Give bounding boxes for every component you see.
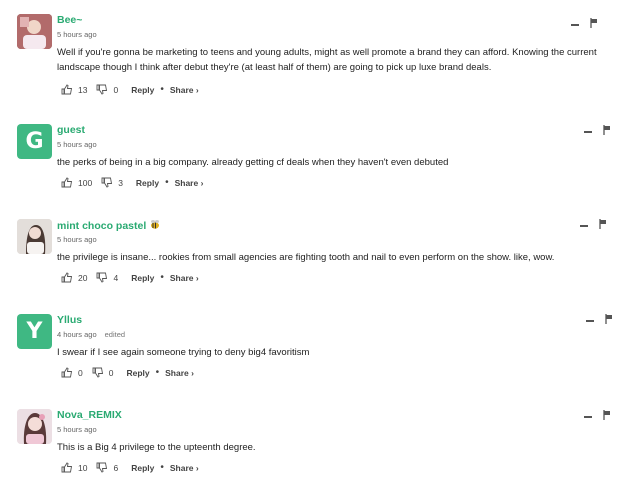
- timestamp-text: 5 hours ago: [57, 140, 97, 149]
- separator-dot: •: [160, 462, 164, 473]
- separator-dot: •: [155, 367, 160, 378]
- share-button[interactable]: Share ›: [170, 85, 199, 95]
- comment-actions: 0 0 Reply • Share ›: [61, 367, 194, 378]
- comment: Y Yllus 4 hours ago edited I swear if I s…: [0, 314, 630, 409]
- share-button[interactable]: Share ›: [170, 463, 199, 473]
- dislike-count: 4: [113, 272, 119, 283]
- comment-text: I swear if I see again someone trying to…: [57, 347, 310, 358]
- comment-text: This is a Big 4 privilege to the upteent…: [57, 442, 256, 453]
- dislike-count: 3: [118, 177, 123, 188]
- comment: Bee~ 5 hours ago Well if you're gonna be…: [0, 14, 630, 109]
- dislike-count: 0: [108, 367, 114, 378]
- thumbs-up-icon[interactable]: [61, 367, 73, 378]
- timestamp: 5 hours ago: [57, 140, 97, 149]
- share-button[interactable]: Share ›: [175, 178, 204, 188]
- thumbs-down-icon[interactable]: [101, 177, 113, 188]
- comment: G guest 5 hours ago the perks of being i…: [0, 124, 630, 219]
- user-photo-icon: [17, 409, 52, 444]
- flag-icon[interactable]: [605, 314, 613, 326]
- timestamp: 5 hours ago: [57, 235, 97, 244]
- separator-dot: •: [160, 84, 164, 95]
- separator-dot: •: [165, 177, 169, 188]
- thumbs-up-icon[interactable]: [61, 177, 73, 188]
- thumbs-up-icon[interactable]: [61, 84, 73, 95]
- flag-icon[interactable]: [603, 125, 611, 137]
- timestamp: 5 hours ago: [57, 425, 97, 434]
- timestamp-text: 4 hours ago: [57, 330, 97, 339]
- reply-button[interactable]: Reply: [131, 463, 154, 473]
- share-button[interactable]: Share ›: [165, 368, 194, 378]
- flag-icon[interactable]: [599, 219, 607, 231]
- thumbs-down-icon[interactable]: [96, 272, 108, 283]
- reply-button[interactable]: Reply: [131, 85, 154, 95]
- username[interactable]: mint choco pastel: [57, 219, 161, 233]
- username[interactable]: Yllus: [57, 314, 82, 326]
- reply-button[interactable]: Reply: [126, 368, 149, 378]
- collapse-icon[interactable]: [586, 314, 594, 326]
- like-count: 13: [78, 84, 88, 95]
- avatar[interactable]: G: [17, 124, 52, 159]
- thumbs-down-icon[interactable]: [92, 367, 104, 378]
- comment-actions: 20 4 Reply • Share ›: [61, 272, 199, 283]
- timestamp: 5 hours ago: [57, 30, 97, 39]
- like-count: 100: [78, 177, 93, 188]
- comment-text: the privilege is insane... rookies from …: [57, 252, 555, 263]
- comment-text: the perks of being in a big company. alr…: [57, 157, 449, 168]
- username[interactable]: guest: [57, 124, 85, 136]
- reply-button[interactable]: Reply: [136, 178, 159, 188]
- avatar-letter: G: [25, 129, 44, 154]
- collapse-icon[interactable]: [571, 18, 579, 30]
- thumbs-down-icon[interactable]: [96, 84, 108, 95]
- user-photo-icon: [17, 14, 52, 49]
- timestamp-text: 5 hours ago: [57, 425, 97, 434]
- bee-icon: [149, 219, 161, 233]
- avatar[interactable]: [17, 14, 52, 49]
- username[interactable]: Nova_REMIX: [57, 409, 122, 421]
- dislike-count: 0: [113, 84, 119, 95]
- avatar[interactable]: [17, 409, 52, 444]
- comment-actions: 10 6 Reply • Share ›: [61, 462, 199, 473]
- collapse-icon[interactable]: [584, 410, 592, 422]
- comment-actions: 13 0 Reply • Share ›: [61, 84, 199, 95]
- comment-actions: 100 3 Reply • Share ›: [61, 177, 203, 188]
- timestamp-text: 5 hours ago: [57, 235, 97, 244]
- flag-icon[interactable]: [603, 410, 611, 422]
- comment-text: Well if you're gonna be marketing to tee…: [57, 47, 597, 73]
- separator-dot: •: [160, 272, 164, 283]
- timestamp: 4 hours ago edited: [57, 330, 125, 339]
- reply-button[interactable]: Reply: [131, 273, 154, 283]
- comment: mint choco pastel 5 hours ago the privil…: [0, 219, 630, 314]
- like-count: 20: [78, 272, 88, 283]
- like-count: 10: [78, 462, 88, 473]
- dislike-count: 6: [113, 462, 119, 473]
- avatar[interactable]: [17, 219, 52, 254]
- collapse-icon[interactable]: [580, 219, 588, 231]
- thumbs-up-icon[interactable]: [61, 272, 73, 283]
- edited-label: edited: [104, 330, 126, 339]
- comment: Nova_REMIX 5 hours ago This is a Big 4 p…: [0, 409, 630, 504]
- thumbs-up-icon[interactable]: [61, 462, 73, 473]
- share-button[interactable]: Share ›: [170, 273, 199, 283]
- thumbs-down-icon[interactable]: [96, 462, 108, 473]
- avatar-letter: Y: [26, 319, 43, 344]
- like-count: 0: [78, 367, 83, 378]
- timestamp-text: 5 hours ago: [57, 30, 97, 39]
- flag-icon[interactable]: [590, 18, 598, 30]
- avatar[interactable]: Y: [17, 314, 52, 349]
- username-text: mint choco pastel: [57, 220, 147, 232]
- collapse-icon[interactable]: [584, 125, 592, 137]
- username[interactable]: Bee~: [57, 14, 82, 26]
- user-photo-icon: [17, 219, 52, 254]
